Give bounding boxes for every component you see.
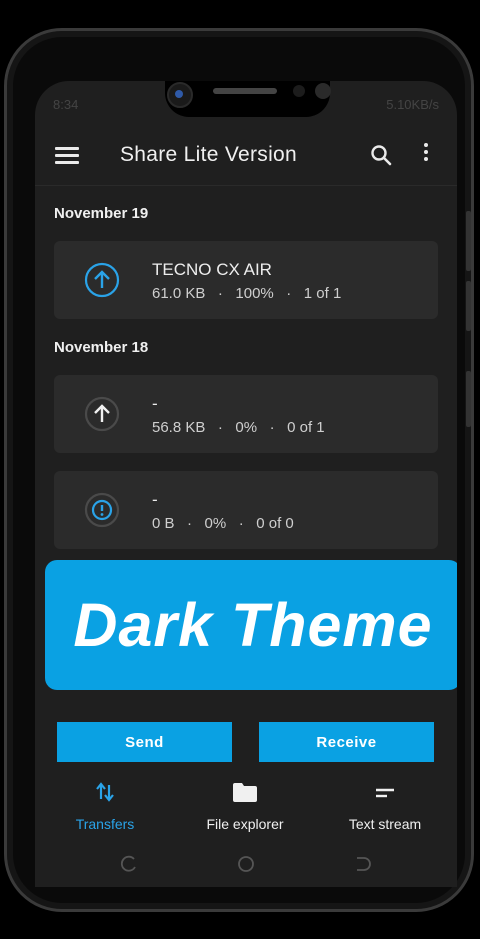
transfer-size: 61.0 KB [152,285,206,302]
status-time: 8:34 [53,97,79,112]
transfer-meta: 56.8 KB · 0% · 0 of 1 [152,419,325,436]
section-date: November 19 [54,205,149,222]
transfer-percent: 0% [235,419,258,436]
back-icon[interactable] [353,855,371,873]
app-screen: 8:34 5.10KB/s Share Lite Version Novembe… [35,81,457,887]
nav-transfers[interactable]: Transfers [35,781,175,832]
front-camera [167,82,193,108]
receive-button[interactable]: Receive [259,722,434,762]
nav-label: Text stream [348,816,422,832]
separator-dot: · [277,285,300,302]
send-button[interactable]: Send [57,722,232,762]
transfer-percent: 100% [235,285,274,302]
error-icon [84,492,120,528]
transfer-device-name: TECNO CX AIR [152,260,272,279]
transfer-meta: 0 B · 0% · 0 of 0 [152,515,294,532]
phone-side-button [466,281,471,331]
home-icon[interactable] [237,855,255,873]
transfer-arrows-icon [96,782,114,802]
transfer-device-name: - [152,394,158,413]
nav-text-stream[interactable]: Text stream [315,781,455,832]
transfer-size: 0 B [152,515,175,532]
system-navigation [35,851,457,881]
transfer-item[interactable]: TECNO CX AIR 61.0 KB · 100% · 1 of 1 [54,241,438,319]
transfer-count: 0 of 0 [256,515,294,532]
app-title: Share Lite Version [120,143,298,166]
upload-arrow-icon [84,262,120,298]
separator-dot: · [209,285,232,302]
transfer-percent: 0% [204,515,227,532]
nav-file-explorer[interactable]: File explorer [175,781,315,832]
earpiece-speaker [213,88,277,94]
separator-dot: · [261,419,283,436]
folder-icon [233,783,257,802]
transfer-item[interactable]: - 56.8 KB · 0% · 0 of 1 [54,375,438,453]
proximity-sensor [293,85,305,97]
separator-dot: · [230,515,253,532]
bottom-navigation: Transfers File explorer Text stream [35,781,457,841]
transfer-item[interactable]: - 0 B · 0% · 0 of 0 [54,471,438,549]
recent-apps-icon[interactable] [120,855,138,873]
banner-text: Dark Theme [73,591,433,659]
nav-label: File explorer [206,816,284,832]
search-icon[interactable] [369,143,393,167]
more-options-icon[interactable] [421,143,431,167]
phone-side-button [466,371,471,427]
hamburger-menu-icon[interactable] [55,147,79,165]
phone-side-button [466,211,471,271]
status-network-speed: 5.10KB/s [386,97,439,112]
separator-dot: · [209,419,232,436]
dark-theme-banner: Dark Theme [45,560,457,690]
section-date: November 18 [54,339,149,356]
upload-arrow-icon [84,396,120,432]
secondary-camera [315,83,331,99]
transfer-count: 0 of 1 [287,419,325,436]
phone-frame: 8:34 5.10KB/s Share Lite Version Novembe… [4,28,474,912]
transfer-size: 56.8 KB [152,419,206,436]
text-lines-icon [376,788,394,798]
app-bar: Share Lite Version [35,127,457,186]
notch [165,81,331,117]
transfer-count: 1 of 1 [303,285,342,302]
transfer-meta: 61.0 KB · 100% · 1 of 1 [152,285,341,302]
nav-label: Transfers [75,816,135,832]
transfer-device-name: - [152,490,158,509]
action-buttons: Send Receive [57,722,435,762]
separator-dot: · [178,515,201,532]
